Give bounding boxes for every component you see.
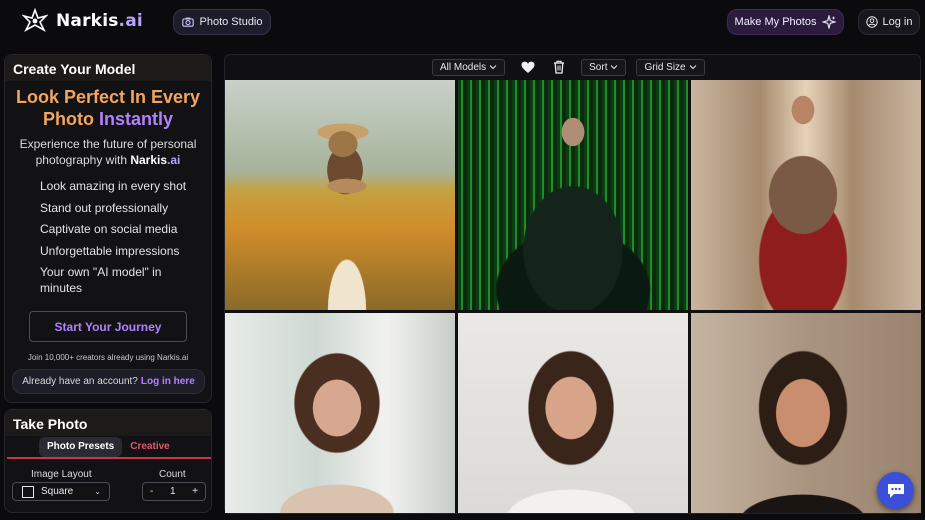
chevron-down-icon [611, 65, 618, 70]
top-bar: Narkis.ai Photo Studio Make My Photos Lo… [0, 0, 925, 44]
logo-mark-icon [22, 8, 48, 32]
square-icon [22, 485, 34, 498]
login-button[interactable]: Log in [858, 9, 920, 35]
grid-size-label: Grid Size [644, 61, 686, 73]
photo-studio-label: Photo Studio [199, 16, 263, 28]
create-model-title: Create Your Model [5, 55, 211, 81]
gallery-photo[interactable] [691, 80, 921, 310]
increment-button[interactable]: + [192, 486, 198, 497]
login-label: Log in [882, 16, 913, 28]
login-here-link[interactable]: Log in here [141, 376, 195, 387]
feature-item: Captivate on social media [40, 222, 178, 236]
join-text: Join 10,000+ creators already using Nark… [27, 353, 189, 362]
layout-value: Square [41, 486, 74, 497]
brand-logo[interactable]: Narkis.ai [22, 8, 143, 34]
create-model-card: Create Your Model Look Perfect In Every … [4, 54, 212, 403]
make-my-photos-label: Make My Photos [734, 16, 817, 28]
tab-photo-presets[interactable]: Photo Presets [39, 436, 123, 457]
chevron-down-icon: ⌄ [94, 487, 101, 496]
count-label: Count [159, 469, 186, 480]
sort-label: Sort [589, 61, 608, 73]
sort-dropdown[interactable]: Sort [581, 58, 627, 76]
start-journey-button[interactable]: Start Your Journey [29, 311, 187, 342]
grid-size-dropdown[interactable]: Grid Size [636, 58, 705, 76]
photo-mode-tabs: Photo Presets Creative [7, 436, 211, 459]
feature-item: Your own "AI model" in minutes [40, 265, 162, 295]
brand-name: Narkis.ai [56, 11, 143, 31]
gallery-photo[interactable] [458, 313, 688, 513]
feature-item: Unforgettable impressions [40, 243, 180, 258]
count-stepper: - 1 + [142, 482, 206, 501]
gallery-photo[interactable] [225, 313, 455, 513]
user-circle-icon [865, 16, 878, 28]
chevron-down-icon [689, 65, 696, 70]
feature-list: Look amazing in every shot Stand out pro… [5, 178, 211, 296]
feature-item: Look amazing in every shot [40, 179, 187, 193]
image-layout-label: Image Layout [31, 469, 92, 480]
image-layout-select[interactable]: Square ⌄ [12, 482, 110, 501]
camera-icon [181, 17, 194, 27]
account-text: Already have an account? [22, 376, 138, 387]
chat-icon [887, 483, 904, 498]
chevron-down-icon [489, 65, 497, 70]
hero-subtitle: Experience the future of personal photog… [19, 137, 197, 167]
decrement-button[interactable]: - [150, 486, 153, 497]
gallery-toolbar: All Models Sort Grid Size [432, 58, 705, 76]
sparkle-icon [822, 15, 837, 29]
photo-studio-button[interactable]: Photo Studio [173, 9, 271, 35]
all-models-label: All Models [440, 61, 487, 73]
tab-creative[interactable]: Creative [130, 441, 169, 452]
feature-item: Stand out professionally [40, 200, 169, 215]
chat-button[interactable] [877, 472, 914, 509]
gallery-photo[interactable] [225, 80, 455, 310]
make-my-photos-button[interactable]: Make My Photos [727, 9, 844, 35]
trash-icon[interactable] [553, 60, 565, 74]
count-value: 1 [169, 486, 176, 497]
all-models-dropdown[interactable]: All Models [432, 58, 506, 76]
account-prompt: Already have an account? Log in here [12, 369, 205, 394]
take-photo-card: Take Photo Photo Presets Creative Image … [4, 409, 212, 513]
heart-icon[interactable] [521, 61, 535, 74]
take-photo-title: Take Photo [5, 410, 211, 436]
gallery-photo[interactable] [458, 80, 688, 310]
hero-heading: Look Perfect In Every Photo Instantly [15, 87, 201, 129]
